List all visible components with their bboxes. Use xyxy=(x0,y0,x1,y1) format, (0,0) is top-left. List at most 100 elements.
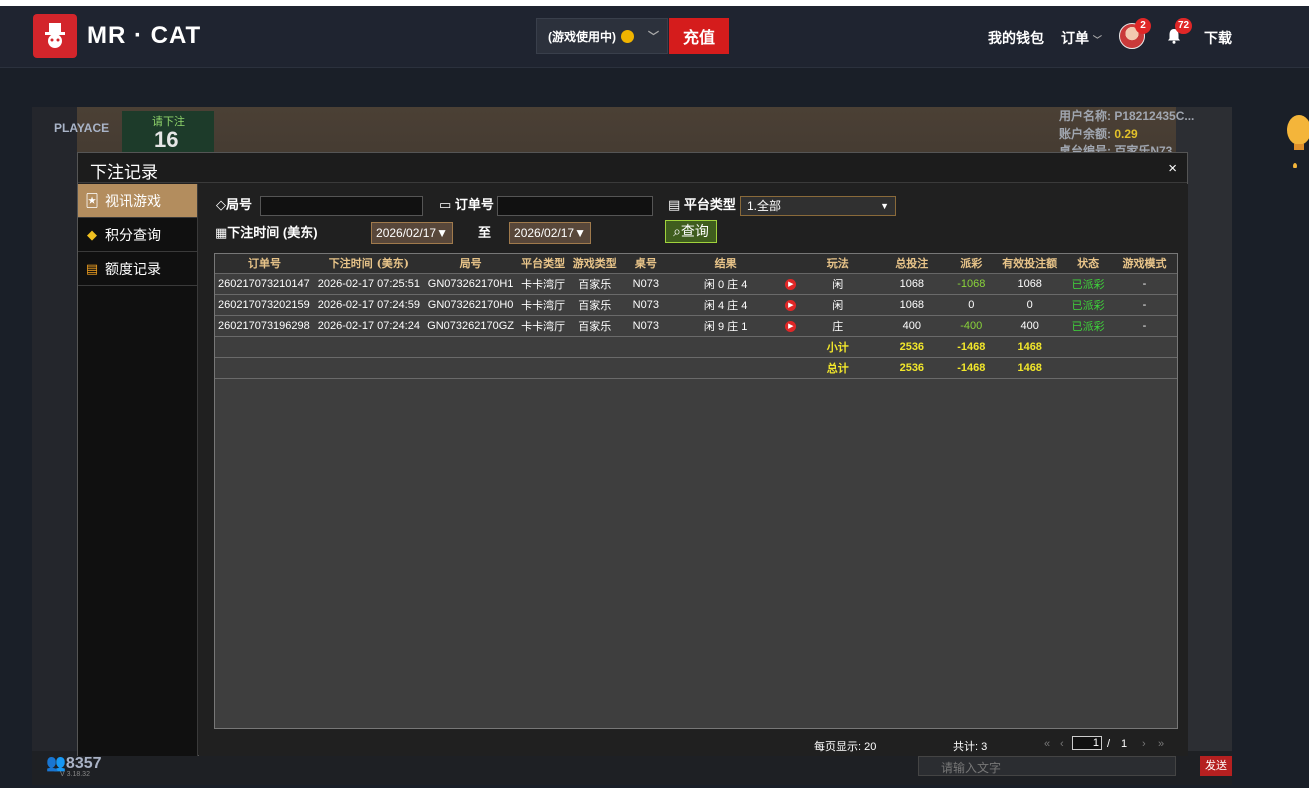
cell-time: 2026-02-17 07:24:24 xyxy=(314,315,424,337)
cell-mode: - xyxy=(1110,294,1177,316)
document-icon: ▤ xyxy=(85,260,99,276)
total-valid: 1468 xyxy=(993,357,1067,379)
cell-round: GN073262170H0 xyxy=(423,294,518,316)
wallet-select-label: (游戏使用中) xyxy=(548,29,616,44)
cell-round: GN073262170GZ xyxy=(423,315,518,337)
col-valid-bet: 有效投注额 xyxy=(993,254,1067,274)
cell-table: N073 xyxy=(620,294,671,316)
online-count: 👥8357 xyxy=(46,755,102,772)
download-link[interactable]: 下载 xyxy=(1204,28,1232,48)
cell-table: N073 xyxy=(620,315,671,337)
play-video-icon[interactable]: ▶ xyxy=(785,279,797,290)
cell-payout: 0 xyxy=(949,294,994,316)
col-time: 下注时间 (美东) xyxy=(314,254,424,274)
prev-page-button[interactable]: ‹ xyxy=(1060,738,1064,750)
sidebar-item-label: 视讯游戏 xyxy=(105,192,161,209)
pagination: 每页显示: 20 共计: 3 « ‹ / 1 › » xyxy=(214,733,1178,755)
cell-bet: 1068 xyxy=(874,294,950,316)
query-button[interactable]: ⌕查询 xyxy=(665,220,717,243)
close-icon[interactable]: × xyxy=(1168,160,1177,177)
balance-value: 0.29 xyxy=(1114,127,1138,141)
chat-placeholder: 请输入文字 xyxy=(941,761,1002,775)
cell-mode: - xyxy=(1110,315,1177,337)
subtotal-payout: -1468 xyxy=(949,336,994,358)
order-number-input[interactable] xyxy=(497,196,653,216)
notification-badge: 72 xyxy=(1175,18,1193,34)
cell-replay[interactable]: ▶ xyxy=(780,273,802,295)
cell-status: 已派彩 xyxy=(1066,294,1111,316)
game-left-panel xyxy=(32,107,77,785)
cell-time: 2026-02-17 07:25:51 xyxy=(314,273,424,295)
sidebar-item-label: 积分查询 xyxy=(105,226,161,243)
modal-sidebar: 🃏 视讯游戏 ◆ 积分查询 ▤ 额度记录 xyxy=(78,184,198,756)
cell-table: N073 xyxy=(620,273,671,295)
avatar-badge: 2 xyxy=(1135,18,1151,34)
col-order: 订单号 xyxy=(215,254,315,274)
orders-label: 订单 xyxy=(1061,30,1089,46)
sidebar-item-points[interactable]: ◆ 积分查询 xyxy=(78,218,197,252)
chevron-down-icon: ﹀ xyxy=(648,31,659,43)
users-icon: 👥 xyxy=(46,755,66,772)
play-video-icon[interactable]: ▶ xyxy=(785,321,797,332)
cell-replay[interactable]: ▶ xyxy=(780,315,802,337)
top-navbar: MR · CAT (游戏使用中) ﹀ 充值 我的钱包 订单 ﹀ 2 72 下载 xyxy=(0,6,1309,68)
cell-bet: 1068 xyxy=(874,273,950,295)
col-bet: 总投注 xyxy=(874,254,950,274)
cell-replay[interactable]: ▶ xyxy=(780,294,802,316)
sidebar-item-live-games[interactable]: 🃏 视讯游戏 xyxy=(78,184,197,218)
play-video-icon[interactable]: ▶ xyxy=(785,300,797,311)
round-input[interactable] xyxy=(260,196,423,216)
last-page-button[interactable]: » xyxy=(1158,738,1164,750)
cell-play: 闲 xyxy=(801,294,875,316)
col-game: 游戏类型 xyxy=(568,254,621,274)
total-payout: -1468 xyxy=(949,357,994,379)
my-wallet-link[interactable]: 我的钱包 xyxy=(988,28,1044,48)
next-page-button[interactable]: › xyxy=(1142,738,1146,750)
cell-game: 百家乐 xyxy=(568,273,621,295)
platform-select[interactable]: 1.全部 ▼ xyxy=(740,196,896,216)
col-round: 局号 xyxy=(423,254,518,274)
chevron-down-icon: ﹀ xyxy=(1092,35,1102,45)
cell-payout: -1068 xyxy=(949,273,994,295)
version-label: V 3.18.32 xyxy=(60,771,90,778)
modal-title: 下注记录 xyxy=(90,163,158,182)
send-button[interactable]: 发送 xyxy=(1200,756,1232,776)
date-to-picker[interactable]: 2026/02/17▼ xyxy=(509,222,591,244)
recharge-button[interactable]: 充值 xyxy=(669,18,729,54)
sidebar-item-credit-record[interactable]: ▤ 额度记录 xyxy=(78,252,197,286)
col-result: 结果 xyxy=(670,254,781,274)
cat-hat-icon xyxy=(45,23,65,48)
date-from-picker[interactable]: 2026/02/17▼ xyxy=(371,222,453,244)
cell-bet: 400 xyxy=(874,315,950,337)
cell-play: 庄 xyxy=(801,315,875,337)
orders-menu[interactable]: 订单 ﹀ xyxy=(1061,28,1102,48)
bet-record-modal: 下注记录 × 🃏 视讯游戏 ◆ 积分查询 ▤ 额度记录 ◇局号 ▭ 订单号 ▤ … xyxy=(77,152,1188,756)
wallet-select[interactable]: (游戏使用中) ﹀ xyxy=(536,18,668,54)
cell-status: 已派彩 xyxy=(1066,273,1111,295)
coin-icon xyxy=(621,29,634,43)
cell-order: 260217073210147 xyxy=(215,273,315,295)
game-bottom-bar: 👥8357 V 3.18.32 请输入文字 发送 xyxy=(32,751,1232,785)
order-filter-label: ▭ 订单号 xyxy=(439,197,494,212)
cell-status: 已派彩 xyxy=(1066,315,1111,337)
page-separator: / xyxy=(1107,738,1111,750)
caret-down-icon: ▼ xyxy=(436,226,448,240)
chat-input[interactable]: 请输入文字 xyxy=(918,756,1176,776)
cell-valid-bet: 1068 xyxy=(993,273,1067,295)
col-table: 桌号 xyxy=(620,254,671,274)
brand-logo[interactable] xyxy=(33,14,77,58)
balance-row: 账户余额: 0.29 xyxy=(1059,125,1138,142)
cards-icon: 🃏 xyxy=(85,192,99,208)
cell-order: 260217073202159 xyxy=(215,294,315,316)
total-pages: 1 xyxy=(1121,738,1128,750)
first-page-button[interactable]: « xyxy=(1044,738,1050,750)
bet-time-label: ▦下注时间 (美东) xyxy=(215,225,318,240)
cell-platform: 卡卡湾厅 xyxy=(517,315,569,337)
lightbulb-icon[interactable] xyxy=(1281,108,1309,168)
brand-name: MR · CAT xyxy=(87,22,202,49)
total-count: 共计: 3 xyxy=(953,741,988,753)
table-row: 260217073210147 2026-02-17 07:25:51 GN07… xyxy=(215,273,1177,295)
countdown-panel: 请下注 16 xyxy=(122,111,214,153)
col-replay xyxy=(780,254,802,274)
page-number-input[interactable] xyxy=(1072,736,1102,750)
